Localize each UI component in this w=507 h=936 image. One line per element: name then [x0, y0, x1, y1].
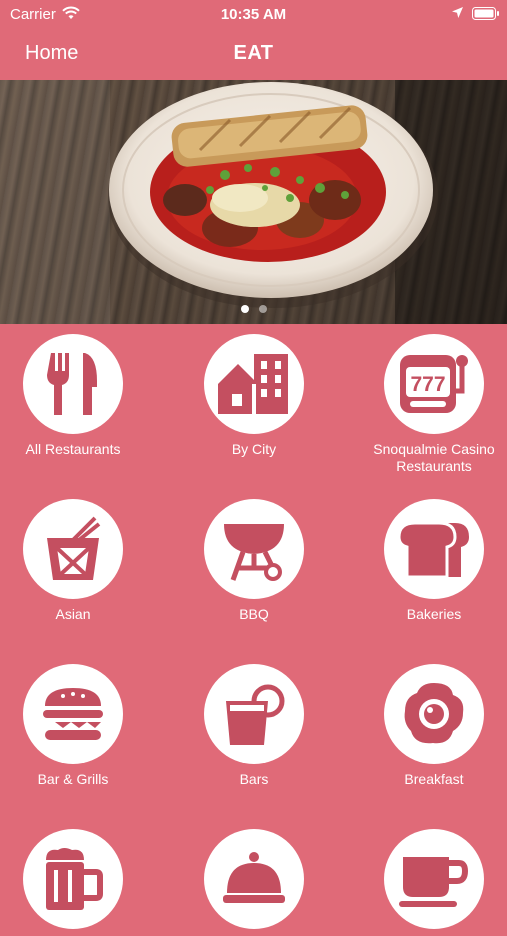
category-icon-circle	[23, 829, 123, 929]
location-arrow-icon	[451, 6, 464, 23]
food-photo	[0, 80, 507, 324]
category-icon-circle	[23, 664, 123, 764]
page-dot-active[interactable]	[240, 305, 249, 313]
category-icon-circle: 777	[384, 334, 484, 434]
beer-mug-icon	[46, 848, 103, 910]
category-bars[interactable]: Bars	[174, 654, 334, 788]
category-by-city[interactable]: By City	[174, 324, 334, 458]
category-icon-circle	[23, 334, 123, 434]
category-asian[interactable]: Asian	[0, 489, 153, 623]
category-icon-circle	[23, 499, 123, 599]
category-dining[interactable]	[174, 819, 334, 936]
category-icon-circle	[204, 829, 304, 929]
hero-carousel[interactable]	[0, 80, 507, 324]
svg-text:777: 777	[410, 373, 445, 396]
burger-icon	[43, 688, 103, 740]
cloche-icon	[223, 852, 285, 903]
category-coffee[interactable]	[354, 819, 507, 936]
coffee-cup-icon	[399, 857, 469, 907]
category-bakeries[interactable]: Bakeries	[354, 489, 507, 623]
fork-knife-icon	[47, 353, 97, 415]
category-all-restaurants[interactable]: All Restaurants	[0, 324, 153, 458]
takeout-box-icon	[47, 516, 101, 580]
page-dot[interactable]	[258, 305, 267, 313]
category-label: All Restaurants	[25, 441, 121, 457]
category-label: Bakeries	[406, 606, 462, 622]
grill-icon	[224, 524, 284, 581]
category-breakfast[interactable]: Breakfast	[354, 654, 507, 788]
category-label: Asian	[55, 606, 91, 622]
category-label: Snoqualmie Casino Restaurants	[373, 441, 495, 474]
battery-icon	[472, 7, 500, 24]
category-grid: All Restaurants By City 777 Snoqualmie C…	[0, 324, 507, 929]
category-icon-circle	[384, 829, 484, 929]
status-bar: Carrier 10:35 AM	[0, 0, 507, 30]
category-icon-circle	[204, 334, 304, 434]
page-title: EAT	[233, 42, 274, 64]
category-bar-grills[interactable]: Bar & Grills	[0, 654, 153, 788]
category-label: By City	[231, 441, 277, 457]
city-icon	[218, 354, 288, 414]
category-snoqualmie-casino[interactable]: 777 Snoqualmie Casino Restaurants	[354, 324, 507, 475]
category-bbq[interactable]: BBQ	[174, 489, 334, 623]
egg-icon	[404, 683, 464, 744]
category-label: Breakfast	[404, 771, 464, 787]
category-label: Bars	[239, 771, 269, 787]
bread-icon	[397, 521, 469, 579]
category-icon-circle	[384, 499, 484, 599]
category-label: BBQ	[239, 606, 269, 622]
carousel-page-indicator[interactable]	[0, 300, 507, 318]
navigation-bar: Home EAT	[0, 30, 507, 78]
category-label: Bar & Grills	[37, 771, 109, 787]
category-icon-circle	[384, 664, 484, 764]
clock: 10:35 AM	[220, 6, 287, 23]
category-beer[interactable]	[0, 819, 153, 936]
category-icon-circle	[204, 664, 304, 764]
category-icon-circle	[204, 499, 304, 599]
drink-glass-icon	[226, 684, 285, 745]
slot-machine-icon: 777	[400, 355, 468, 413]
